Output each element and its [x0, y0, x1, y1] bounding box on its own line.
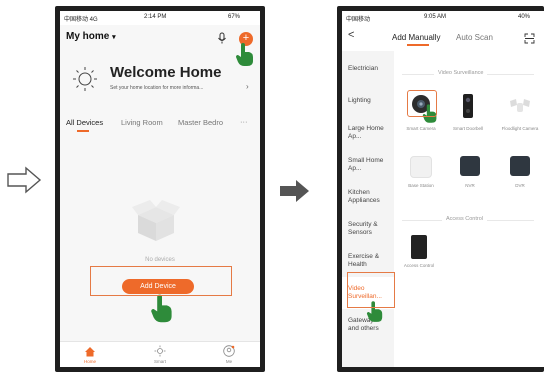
pointing-hand-icon [151, 294, 172, 323]
left-phone-screen: 中国移动 4G 2:14 PM 67% My home ▾ + Welcome … [60, 11, 260, 367]
status-bar: 中国移动 9:05 AM 40% [342, 11, 544, 25]
pointing-hand-icon [236, 43, 253, 66]
access-control-icon[interactable] [411, 235, 427, 259]
sidebar-item-large-home-appliances[interactable]: Large Home Ap... [348, 125, 386, 141]
carrier-label: 中国移动 [346, 17, 371, 23]
smart-camera-highlight [407, 90, 437, 117]
me-icon[interactable] [223, 345, 235, 357]
tab-living-room[interactable]: Living Room [121, 118, 163, 127]
tab-add-manually[interactable]: Add Manually [392, 33, 440, 42]
battery-label: 67% [228, 14, 241, 20]
more-tabs-button[interactable]: ··· [240, 117, 248, 126]
back-button[interactable]: < [348, 29, 354, 41]
tab-auto-scan[interactable]: Auto Scan [456, 33, 493, 42]
device-label-smart-doorbell: Smart Doorbell [452, 126, 483, 131]
tab-master-bedroom[interactable]: Master Bedro [178, 118, 236, 127]
tabbar-smart-label: Smart [153, 359, 166, 364]
solid-arrow-icon [280, 180, 309, 202]
section-title-access: Access Control [442, 216, 487, 222]
base-station-icon[interactable] [410, 156, 432, 178]
time-label: 2:14 PM [144, 14, 167, 20]
device-label-access-control: Access Control [403, 263, 435, 268]
empty-state-text: No devices [145, 257, 175, 263]
device-label-dvr: DVR [515, 183, 525, 188]
sidebar-item-lighting[interactable]: Lighting [348, 97, 392, 105]
chevron-right-icon: › [246, 82, 249, 91]
welcome-subtitle[interactable]: Set your home location for more informa.… [110, 85, 203, 91]
outline-arrow-icon [7, 166, 42, 194]
dvr-icon[interactable] [510, 156, 530, 176]
smart-doorbell-icon[interactable] [462, 93, 474, 119]
empty-box-icon [132, 200, 180, 241]
sidebar-item-security-sensors[interactable]: Security & Sensors [348, 221, 384, 237]
status-bar: 中国移动 4G 2:14 PM 67% [60, 11, 260, 25]
carrier-label: 中国移动 4G [64, 17, 98, 23]
nvr-icon[interactable] [460, 156, 480, 176]
video-surveillance-highlight [347, 272, 395, 308]
tabbar-home-label: Home [83, 359, 96, 364]
chevron-down-icon: ▾ [112, 34, 116, 41]
home-icon[interactable] [84, 346, 96, 357]
section-title-video: Video Surveillance [434, 70, 488, 76]
tab-all-devices[interactable]: All Devices [66, 118, 103, 127]
active-tab-indicator [407, 44, 429, 46]
left-phone-frame: 中国移动 4G 2:14 PM 67% My home ▾ + Welcome … [55, 6, 265, 372]
right-phone-frame: 中国移动 9:05 AM 40% < Add Manually Auto Sca… [337, 6, 544, 372]
sidebar-item-kitchen-appliances[interactable]: Kitchen Appliances [348, 189, 388, 205]
home-selector[interactable]: My home ▾ [66, 31, 116, 42]
sun-icon [73, 67, 97, 91]
device-label-base-station: Base Station [408, 183, 434, 188]
active-tab-indicator [77, 130, 89, 132]
device-label-floodlight-camera: Floodlight Camera [501, 126, 539, 131]
home-title: My home [66, 31, 110, 42]
right-phone-screen: 中国移动 9:05 AM 40% < Add Manually Auto Sca… [342, 11, 544, 367]
time-label: 9:05 AM [424, 14, 447, 20]
battery-label: 40% [518, 14, 531, 20]
tabbar-me-label: Me [225, 359, 233, 364]
bottom-tab-bar: Home Smart Me [60, 341, 260, 367]
scan-icon[interactable] [524, 33, 535, 44]
floodlight-camera-icon[interactable] [508, 97, 532, 115]
device-label-smart-camera: Smart Camera [406, 126, 436, 131]
sidebar-item-electrician[interactable]: Electrician [348, 65, 392, 73]
add-device-highlight [90, 266, 232, 296]
microphone-icon[interactable] [217, 32, 227, 44]
sidebar-item-small-home-appliances[interactable]: Small Home Ap... [348, 157, 386, 173]
smart-icon[interactable] [154, 345, 166, 357]
sidebar-item-exercise-health[interactable]: Exercise & Health [348, 253, 382, 269]
device-label-nvr: NVR [465, 183, 475, 188]
welcome-title: Welcome Home [110, 64, 222, 81]
